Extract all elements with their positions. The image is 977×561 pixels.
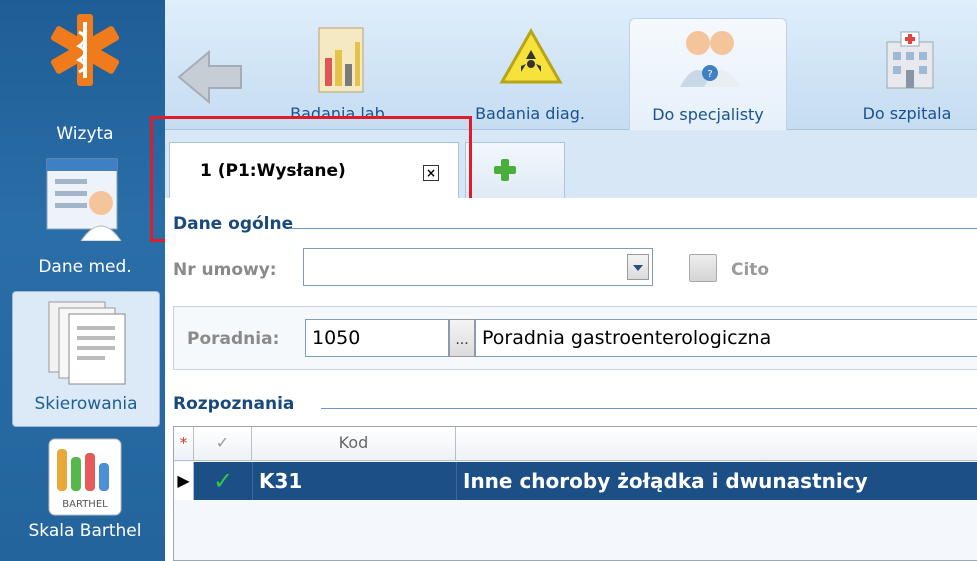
clinic-code-input[interactable]: 1050 [305,319,449,357]
nav-label-skala-barthel: Skala Barthel [28,521,142,541]
chevron-down-icon [633,265,643,271]
clinic-browse-button[interactable]: ... [449,319,475,357]
nav-label-wizyta: Wizyta [56,124,114,144]
referral-documents-icon [48,301,126,385]
row-diagnosis-name: Inne choroby żołądka i dwunastnicy [456,462,977,500]
radiation-warning-icon [499,28,563,84]
cito-label: Cito [731,260,770,280]
barthel-badge: BARTHEL [62,499,108,510]
nav-item-dane-med[interactable]: Dane med. [10,155,160,283]
patient-card-icon [46,158,122,241]
clinic-name-field: Poradnia gastroenterologiczna [475,319,977,357]
left-navigation: Wizyta Dane med. Skierowania BARTHEL Ska… [0,0,165,561]
nav-item-skala-barthel[interactable]: BARTHEL Skala Barthel [10,437,160,557]
toolbar-badania-diag[interactable]: Badania diag. [455,18,605,130]
nav-label-skierowania: Skierowania [34,394,138,414]
section-divider [289,228,977,229]
top-toolbar: Badania lab. Badania diag. ? Do specjali… [165,0,977,130]
nav-item-wizyta[interactable]: Wizyta [10,8,160,146]
toolbar-do-specjalisty[interactable]: ? Do specjalisty [629,18,787,130]
grid-header-kod[interactable]: Kod [252,427,456,461]
grid-header-check[interactable]: ✓ [194,427,252,461]
toolbar-label-do-specjalisty: Do specjalisty [652,105,764,124]
green-plus-icon [494,159,516,181]
toolbar-badania-lab[interactable]: Badania lab. [265,18,415,130]
diagnoses-grid: * ✓ Kod ▶ ✓ K31 Inne choroby żołądka i d… [173,426,977,561]
cito-checkbox[interactable] [689,254,717,282]
add-tab-button[interactable] [465,142,565,198]
contract-label: Nr umowy: [173,260,277,280]
contract-select[interactable] [303,248,653,286]
nav-label-dane-med: Dane med. [38,257,132,277]
hospital-icon [886,31,934,89]
svg-text:?: ? [707,69,712,80]
back-arrow-icon[interactable] [175,48,245,106]
row-code: K31 [252,462,456,500]
lab-tests-icon [318,27,364,93]
section-title-rozpoznania: Rozpoznania [173,394,295,414]
checkmark-icon: ✓ [194,462,252,500]
nav-item-skierowania[interactable]: Skierowania [12,291,160,427]
toolbar-label-do-szpitala: Do szpitala [862,104,952,123]
barthel-scale-icon: BARTHEL [48,438,122,516]
medical-star-icon [50,14,120,86]
row-indicator-icon: ▶ [174,462,194,500]
section-divider [321,408,977,409]
table-row[interactable]: ▶ ✓ K31 Inne choroby żołądka i dwunastni… [174,462,977,500]
specialists-icon: ? [680,31,740,87]
toolbar-do-szpitala[interactable]: Do szpitala [837,18,977,130]
referral-form: Dane ogólne Nr umowy: Cito Poradnia: 105… [165,198,977,561]
section-title-dane-ogolne: Dane ogólne [173,214,294,234]
contract-dropdown-button[interactable] [627,254,649,280]
clinic-label: Poradnia: [187,329,280,349]
grid-header-required: * [174,427,194,461]
grid-header-name[interactable] [456,427,977,461]
toolbar-label-badania-diag: Badania diag. [475,104,585,123]
